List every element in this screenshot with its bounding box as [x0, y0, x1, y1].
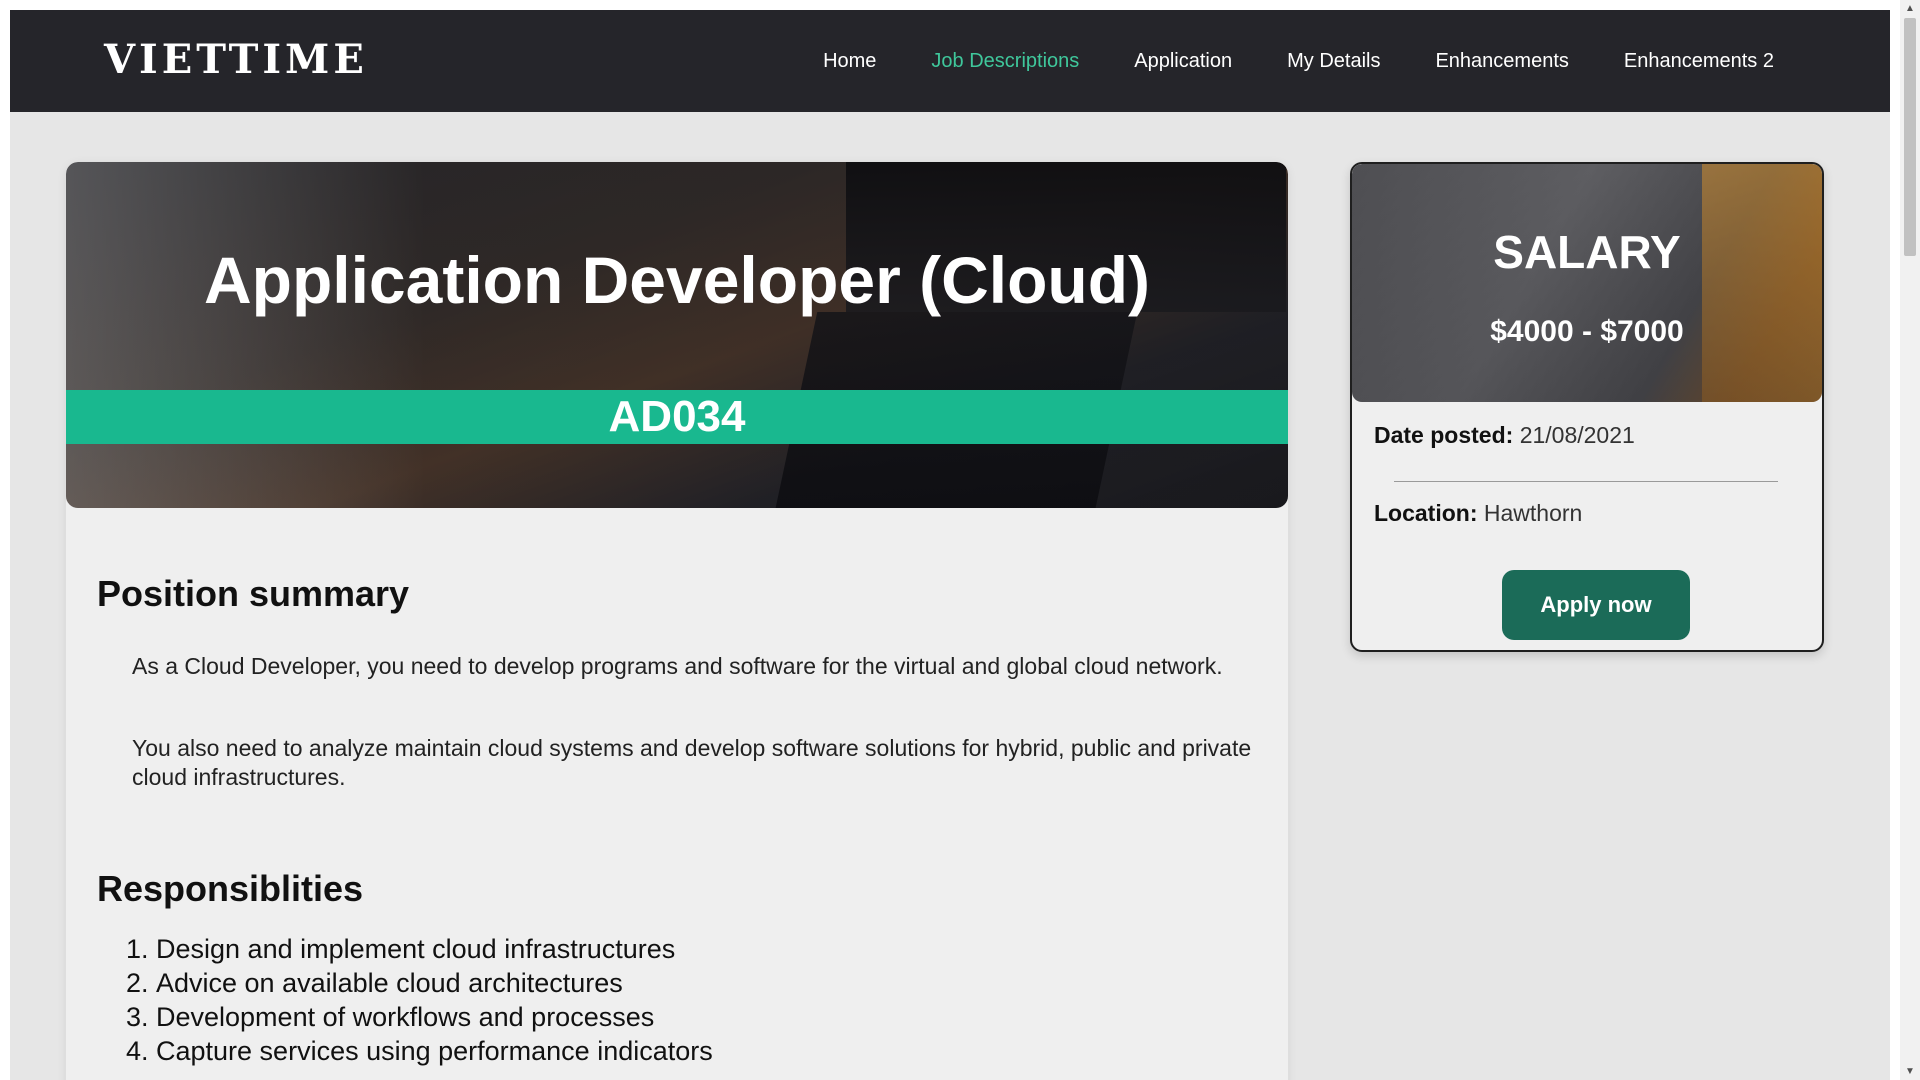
salary-card: SALARY $4000 - $7000 Date posted: 21/08/…	[1350, 162, 1824, 652]
vertical-scrollbar[interactable]: ▲ ▼	[1900, 0, 1920, 1080]
salary-hero-decoration	[1702, 164, 1822, 402]
nav-link-job-descriptions[interactable]: Job Descriptions	[931, 50, 1079, 73]
summary-paragraph-1: As a Cloud Developer, you need to develo…	[132, 653, 1223, 679]
job-description-card: Application Developer (Cloud) AD034 Posi…	[66, 162, 1288, 1080]
job-title: Application Developer (Cloud)	[203, 243, 1151, 317]
nav-links: Home Job Descriptions Application My Det…	[823, 10, 1774, 112]
navbar: VIETTIME Home Job Descriptions Applicati…	[10, 10, 1890, 112]
position-summary-heading: Position summary	[97, 573, 410, 614]
scroll-up-arrow-icon[interactable]: ▲	[1900, 0, 1920, 17]
date-posted-value: 21/08/2021	[1519, 422, 1635, 448]
job-code: AD034	[66, 390, 1288, 444]
list-item: Capture services using performance indic…	[156, 1034, 713, 1068]
nav-link-application[interactable]: Application	[1134, 50, 1232, 73]
scrollbar-thumb[interactable]	[1904, 18, 1916, 256]
list-item: Design and implement cloud infrastructur…	[156, 932, 713, 966]
location-row: Location: Hawthorn	[1374, 498, 1582, 528]
location-label: Location:	[1374, 500, 1478, 526]
hero-background-image	[66, 162, 426, 508]
nav-link-home[interactable]: Home	[823, 50, 876, 73]
nav-link-my-details[interactable]: My Details	[1287, 50, 1380, 73]
location-value: Hawthorn	[1483, 500, 1583, 526]
page: VIETTIME Home Job Descriptions Applicati…	[10, 10, 1890, 1080]
site-logo[interactable]: VIETTIME	[104, 36, 368, 84]
nav-link-enhancements-2[interactable]: Enhancements 2	[1624, 50, 1774, 73]
date-posted-label: Date posted:	[1374, 422, 1514, 448]
apply-now-button[interactable]: Apply now	[1502, 570, 1690, 640]
responsibilities-heading: Responsiblities	[97, 868, 364, 909]
summary-paragraph-2: You also need to analyze maintain cloud …	[132, 735, 1252, 790]
scroll-down-arrow-icon[interactable]: ▼	[1900, 1063, 1920, 1080]
list-item: Advice on available cloud architectures	[156, 966, 713, 1000]
salary-hero-image: SALARY $4000 - $7000	[1352, 164, 1822, 402]
list-item: Development of workflows and processes	[156, 1000, 713, 1034]
divider	[1394, 481, 1778, 482]
date-posted-row: Date posted: 21/08/2021	[1374, 420, 1635, 450]
salary-title: SALARY	[1493, 226, 1681, 278]
salary-range: $4000 - $7000	[1490, 315, 1684, 348]
job-hero-banner: Application Developer (Cloud) AD034	[66, 162, 1288, 508]
responsibilities-list: Design and implement cloud infrastructur…	[132, 932, 713, 1068]
nav-link-enhancements[interactable]: Enhancements	[1435, 50, 1568, 73]
